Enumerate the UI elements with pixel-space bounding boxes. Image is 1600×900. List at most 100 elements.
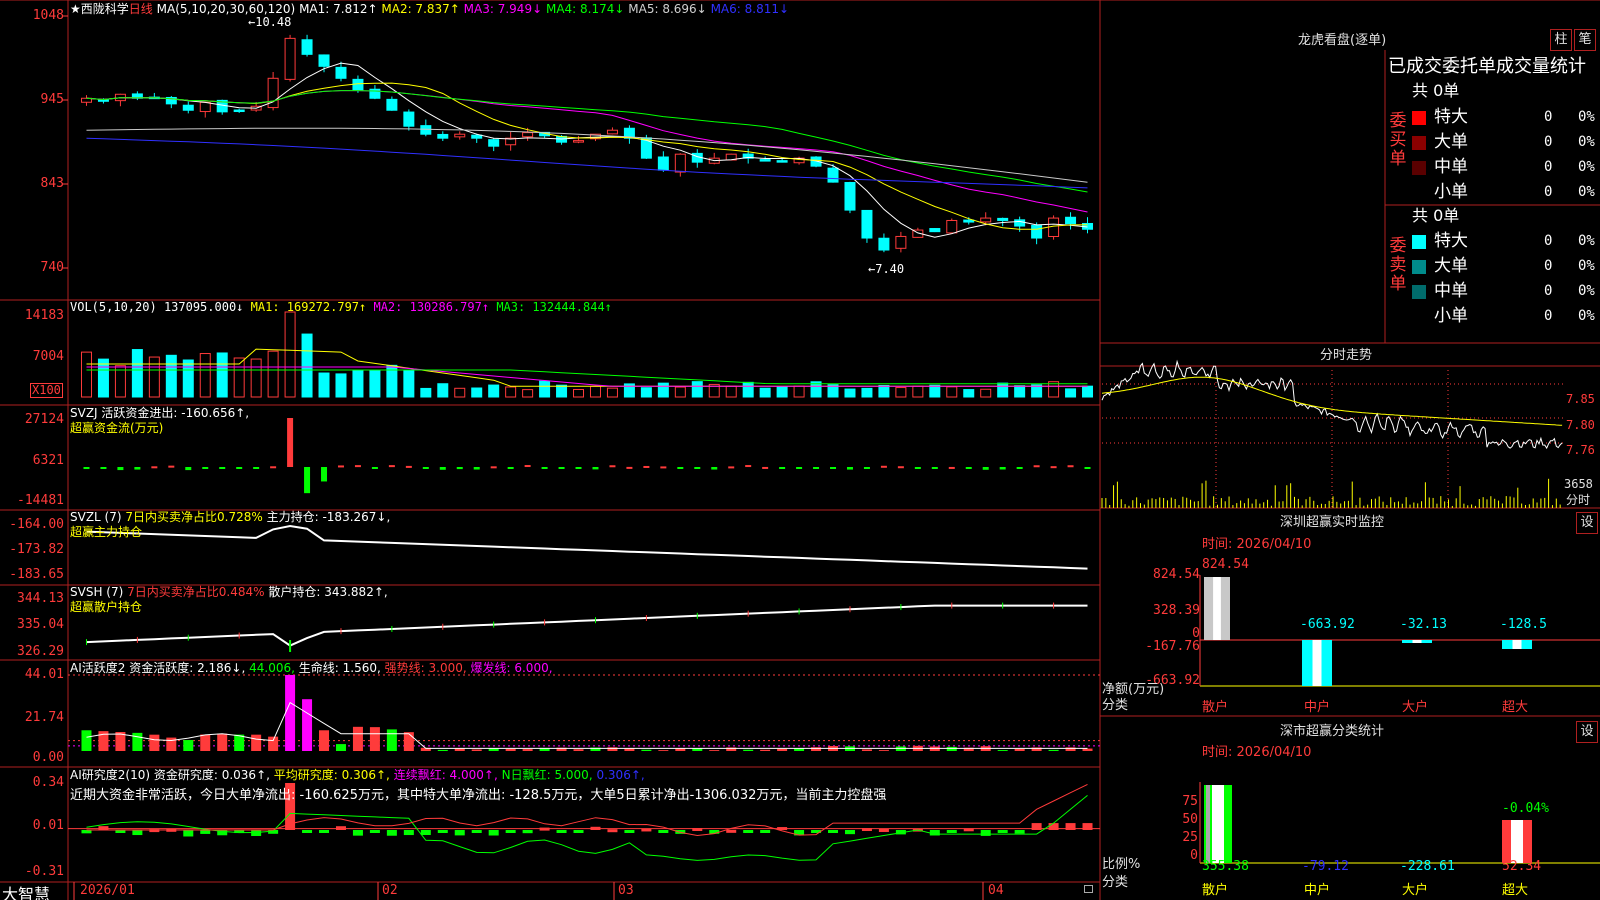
sell-side-label: 委卖单: [1389, 236, 1407, 294]
ai-bar: [471, 749, 482, 751]
research-bar: [302, 830, 313, 833]
flow-bar: [253, 467, 260, 469]
flow-bar: [151, 466, 158, 469]
ma-line: [86, 62, 1088, 238]
ai-bar: [878, 750, 889, 751]
intraday-title: 分时走势: [1320, 348, 1373, 363]
date-label: 02: [382, 883, 398, 898]
flow-bar: [134, 467, 141, 470]
volume-bar: [742, 381, 754, 398]
sz-monitor-settings-button[interactable]: 设: [1576, 512, 1598, 534]
szfl-top-label: -0.04%: [1502, 801, 1549, 816]
ai-bar: [386, 729, 397, 751]
lhb-row-name: 特大: [1434, 107, 1468, 127]
szjk-axis-label: 824.54: [1153, 567, 1200, 582]
ai-bar: [149, 734, 160, 751]
ai-bar: [251, 734, 262, 751]
candle: [929, 228, 941, 233]
ai2-axis-label: -0.31: [24, 864, 64, 879]
szfl-value: 52.34: [1502, 859, 1542, 874]
candle: [199, 101, 211, 113]
candle: [1014, 219, 1026, 227]
research-bar: [1065, 823, 1076, 830]
flow-bar: [999, 467, 1006, 470]
research-bar: [437, 830, 448, 833]
volume-bar: [403, 369, 415, 398]
research-bar: [1082, 823, 1093, 830]
research-bar: [369, 830, 380, 833]
ai1-strong: 强势线: 3.000,: [384, 661, 467, 675]
svzl-line: [86, 524, 1088, 570]
ai2-avg: 平均研究度: 0.306↑,: [273, 768, 390, 782]
research-bar: [1014, 830, 1025, 834]
tick-view-button[interactable]: 笔: [1574, 29, 1596, 51]
ai-bar: [658, 750, 669, 751]
lhb-buy-row: 小单 0 0%: [1410, 182, 1600, 204]
volume-bar: [640, 387, 652, 398]
date-label: 04: [988, 883, 1004, 898]
lhb-row-count: 0: [1544, 258, 1553, 274]
ai1-value: 资金活跃度: 2.186↓,: [129, 661, 246, 675]
volume-bar: [573, 388, 585, 398]
candle: [403, 111, 415, 127]
flow-bar: [202, 467, 209, 469]
flow-bar: [1033, 465, 1040, 468]
ai-bar: [285, 675, 296, 751]
ai-bar: [335, 744, 346, 751]
ai1-axis-label: 44.01: [24, 667, 64, 682]
volume-bar: [335, 373, 347, 398]
flow-bar: [219, 467, 226, 469]
main-axis-label: 945: [40, 92, 64, 107]
star-icon[interactable]: ★: [70, 2, 81, 16]
flow-bar: [745, 465, 752, 468]
flow-bar: [405, 465, 412, 468]
vol-unit-badge[interactable]: X100: [30, 383, 63, 398]
szfl-cat: 超大: [1502, 883, 1529, 898]
flow-bar: [185, 467, 192, 471]
ai-bar: [1014, 748, 1025, 751]
net-bar: [1213, 577, 1221, 640]
research-bar: [183, 830, 194, 837]
flow-bar: [846, 467, 853, 470]
sz-category-settings-button[interactable]: 设: [1576, 721, 1598, 743]
candle: [997, 217, 1009, 221]
volume-bar: [182, 359, 194, 398]
research-bar: [743, 830, 754, 833]
research-bar: [471, 830, 482, 834]
ma5-value: MA5: 8.696↓: [628, 2, 707, 16]
flow-bar: [100, 467, 107, 469]
flow-bar: [337, 465, 344, 468]
lock-icon[interactable]: [1084, 885, 1093, 893]
volume-bar: [352, 370, 364, 398]
lhb-row-pct: 0%: [1578, 283, 1595, 299]
volume-bar: [454, 387, 466, 398]
period-label[interactable]: 日线: [129, 2, 153, 16]
candle: [97, 99, 109, 102]
volume-bar: [284, 311, 296, 398]
lhb-row-pct: 0%: [1578, 159, 1595, 175]
ai-bar: [641, 749, 652, 751]
high-marker: ←10.48: [248, 15, 292, 29]
candle: [827, 167, 839, 183]
research-bar: [319, 830, 330, 833]
szjk-value: -663.92: [1300, 617, 1355, 632]
lhb-subtitle: 已成交委托单成交量统计: [1388, 56, 1586, 77]
svsh-title: 超赢散户持仓: [70, 600, 143, 614]
vol-header: VOL(5,10,20) 137095.000↓ MA1: 169272.797…: [70, 300, 612, 314]
research-bar: [828, 830, 839, 833]
candle: [1031, 224, 1043, 239]
bar-view-button[interactable]: 柱: [1550, 29, 1572, 51]
flow-bar: [507, 467, 514, 469]
brand-logo[interactable]: 大智慧: [2, 881, 50, 900]
research-bar: [200, 830, 211, 834]
kline-chart-canvas[interactable]: [0, 0, 1600, 900]
ma-line: [86, 137, 1088, 189]
svzj-axis-label: 27124: [24, 412, 64, 427]
ai1-value2: 44.006,: [249, 661, 295, 675]
volume-bar: [165, 354, 177, 398]
svsh-label: SVSH (7): [70, 585, 124, 599]
flow-bar: [813, 467, 820, 469]
lhb-row-name: 中单: [1434, 281, 1468, 301]
flow-bar: [117, 467, 124, 471]
sz-monitor-time: 时间: 2026/04/10: [1202, 537, 1312, 552]
